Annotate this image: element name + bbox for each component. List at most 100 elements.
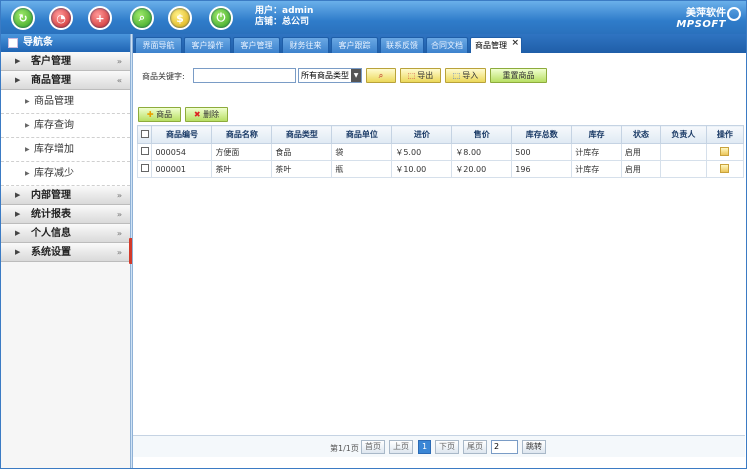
close-icon[interactable]: × (511, 35, 519, 51)
sidebar-section-profile[interactable]: ▶ 个人信息 » (1, 224, 130, 243)
cell-status: 启用 (620, 143, 662, 161)
column-header[interactable]: 负责人 (660, 125, 707, 144)
column-header[interactable]: 售价 (451, 125, 513, 144)
cell-price: ￥8.00 (451, 143, 513, 161)
sidebar-title: 导航条 (23, 37, 53, 48)
category-value: 所有商品类型 (301, 71, 349, 80)
edit-icon[interactable] (720, 163, 730, 173)
column-header[interactable]: 商品单位 (331, 125, 393, 144)
cell-price: ￥20.00 (451, 160, 513, 178)
tab-feedback[interactable]: 联系反馈 (380, 37, 424, 53)
keyword-label: 商品关键字: (142, 72, 185, 81)
import-button[interactable]: ⬚ 导入 (445, 68, 486, 83)
sidebar-section-products[interactable]: ▶ 商品管理 « (1, 71, 130, 90)
column-header[interactable]: 库存总数 (511, 125, 573, 144)
jump-button[interactable]: 跳转 (522, 440, 546, 454)
last-page-button[interactable]: 尾页 (463, 440, 487, 454)
select-all-checkbox[interactable] (140, 129, 149, 138)
add-window-icon[interactable]: + (88, 6, 112, 30)
sidebar-section-reports[interactable]: ▶ 统计报表 » (1, 205, 130, 224)
cell-type: 茶叶 (271, 160, 333, 178)
sidebar: 导航条 ▶ 客户管理 » ▶ 商品管理 « ▶ 商品管理 ▶ 库存查询 ▶ 库存… (1, 34, 131, 468)
section-label: 系统设置 (31, 247, 71, 258)
brand-cn: 美萍软件 (686, 8, 726, 19)
reset-products-button[interactable]: 重置商品 (490, 68, 547, 83)
select-all-header[interactable] (136, 125, 153, 144)
products-table: 商品编号 商品名称 商品类型 商品单位 进价 售价 库存总数 库存 状态 负责人… (136, 125, 745, 178)
cell-unit: 瓶 (331, 160, 393, 178)
sidebar-item-stock-query[interactable]: ▶ 库存查询 (1, 114, 130, 138)
column-header[interactable]: 库存 (571, 125, 622, 144)
chevron-down-icon: » (116, 229, 122, 238)
brand-en: MPSOFT (676, 19, 726, 30)
caret-right-icon: ▶ (25, 98, 30, 105)
search-button[interactable]: ⌕ (366, 68, 396, 83)
category-select[interactable]: 所有商品类型 ▼ (298, 68, 362, 83)
cell-type: 食品 (271, 143, 333, 161)
search-bar: 商品关键字: 所有商品类型 ▼ ⌕ ⬚ 导出 ⬚ 导入 重置商品 (133, 64, 745, 90)
column-header[interactable]: 进价 (391, 125, 453, 144)
clock-icon[interactable]: ◔ (49, 6, 73, 30)
cell-status: 启用 (620, 160, 662, 178)
tab-customer-ops[interactable]: 客户操作 (184, 37, 231, 53)
caret-right-icon: ▶ (15, 76, 21, 84)
tab-contracts[interactable]: 合同文档 (426, 37, 468, 53)
tab-ui-nav[interactable]: 界面导航 (135, 37, 182, 53)
tab-products[interactable]: 商品管理 × (470, 37, 522, 53)
next-page-button[interactable]: 下页 (435, 440, 459, 454)
money-icon[interactable]: $ (168, 6, 192, 30)
plus-icon: ✚ (146, 110, 154, 119)
tab-customer-mgmt[interactable]: 客户管理 (233, 37, 280, 53)
export-button[interactable]: ⬚ 导出 (400, 68, 441, 83)
cell-cost: ￥5.00 (391, 143, 453, 161)
tab-bar: 界面导航 客户操作 客户管理 财务往来 客户跟踪 联系反馈 合同文档 商品管理 … (133, 34, 746, 53)
cell-code: 000001 (151, 160, 213, 178)
caret-right-icon: ▶ (15, 191, 21, 199)
column-header[interactable]: 状态 (620, 125, 662, 144)
tab-tracking[interactable]: 客户跟踪 (331, 37, 378, 53)
sidebar-item-stock-reduce[interactable]: ▶ 库存减少 (1, 162, 130, 186)
sidebar-item-product-management[interactable]: ▶ 商品管理 (1, 90, 130, 114)
chevron-down-icon: » (116, 191, 122, 200)
sidebar-item-label: 库存减少 (34, 168, 74, 179)
first-page-button[interactable]: 首页 (361, 440, 385, 454)
column-header[interactable]: 商品编号 (151, 125, 213, 144)
table-row[interactable]: 000001 茶叶 茶叶 瓶 ￥10.00 ￥20.00 196 计库存 启用 (136, 160, 745, 178)
chevron-down-icon[interactable]: ▼ (351, 69, 361, 82)
sidebar-item-stock-add[interactable]: ▶ 库存增加 (1, 138, 130, 162)
cell-stock: 计库存 (571, 143, 622, 161)
cell-name: 茶叶 (211, 160, 273, 178)
row-select[interactable] (136, 160, 153, 178)
caret-right-icon: ▶ (25, 146, 30, 153)
refresh-icon[interactable]: ↻ (11, 6, 35, 30)
tab-label: 商品管理 (475, 41, 507, 50)
top-toolbar: ↻ ◔ + ⌕ $ ⏻ 用户：admin 店铺：总公司 美萍软件 MPSOFT (1, 1, 746, 34)
cell-code: 000054 (151, 143, 213, 161)
tab-finance[interactable]: 财务往来 (282, 37, 329, 53)
add-product-button[interactable]: ✚ 商品 (138, 107, 181, 122)
power-icon[interactable]: ⏻ (209, 6, 233, 30)
column-header[interactable]: 商品类型 (271, 125, 333, 144)
row-select[interactable] (136, 143, 153, 161)
table-row[interactable]: 000054 方便面 食品 袋 ￥5.00 ￥8.00 500 计库存 启用 (136, 143, 745, 161)
sidebar-section-settings[interactable]: ▶ 系统设置 » (1, 243, 130, 262)
edit-icon[interactable] (720, 146, 730, 156)
cell-stock: 计库存 (571, 160, 622, 178)
sidebar-section-customers[interactable]: ▶ 客户管理 » (1, 52, 130, 71)
current-page-button[interactable]: 1 (418, 440, 431, 454)
delete-button[interactable]: ✖ 删除 (185, 107, 228, 122)
row-checkbox[interactable] (140, 147, 149, 155)
prev-page-button[interactable]: 上页 (389, 440, 413, 454)
caret-right-icon: ▶ (15, 229, 21, 237)
search-icon[interactable]: ⌕ (130, 6, 154, 30)
sidebar-section-internal[interactable]: ▶ 内部管理 » (1, 186, 130, 205)
row-checkbox[interactable] (140, 164, 149, 172)
chevron-up-icon: « (116, 76, 122, 85)
keyword-input[interactable] (193, 68, 296, 83)
caret-right-icon: ▶ (15, 57, 21, 65)
cell-owner (660, 160, 707, 178)
column-header[interactable]: 商品名称 (211, 125, 273, 144)
table-header-row: 商品编号 商品名称 商品类型 商品单位 进价 售价 库存总数 库存 状态 负责人… (136, 125, 745, 144)
sidebar-item-label: 库存增加 (34, 144, 74, 155)
jump-page-input[interactable]: 2 (491, 440, 518, 454)
